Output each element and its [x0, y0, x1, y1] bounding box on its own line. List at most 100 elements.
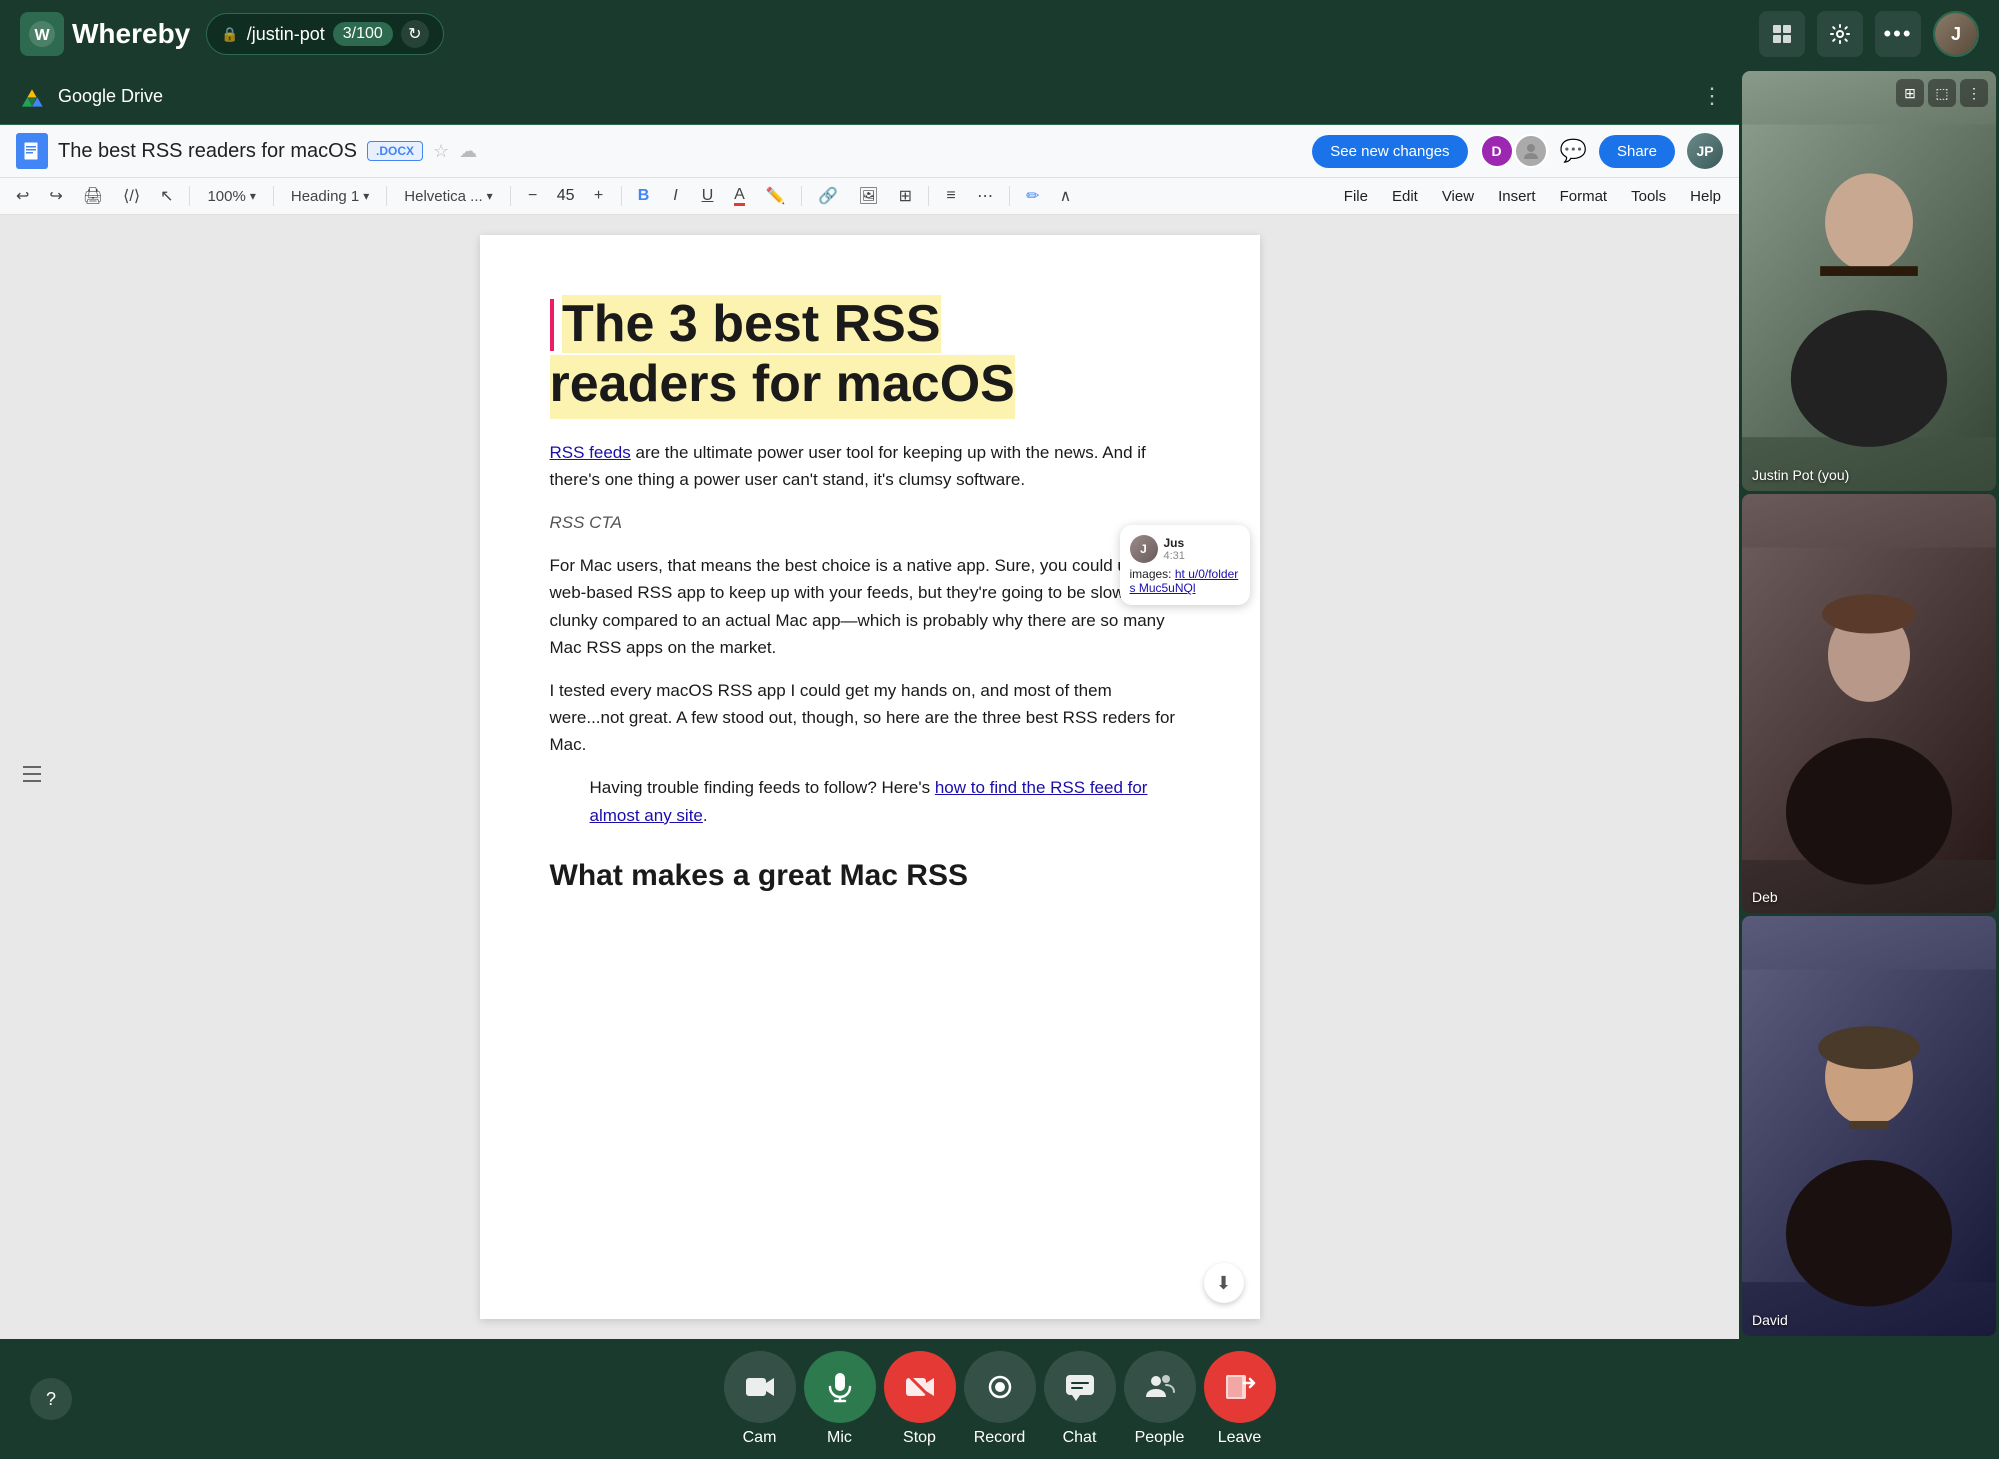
link-button[interactable]: 🔗 — [810, 182, 846, 210]
text-color-button[interactable]: A — [726, 183, 754, 210]
insert-table-button[interactable]: ⊞ — [891, 182, 920, 210]
menu-file[interactable]: File — [1334, 183, 1378, 210]
highlight-button[interactable]: ✏️ — [758, 182, 794, 210]
lock-icon: 🔒 — [221, 26, 238, 43]
collapse-toolbar-button[interactable]: ∧ — [1051, 182, 1079, 210]
paint-format-button[interactable]: ⟨/⟩ — [115, 182, 148, 210]
justin-video — [1742, 71, 1996, 491]
divider1 — [189, 186, 190, 206]
print-button[interactable]: 🖨 — [75, 182, 111, 210]
doc-area: The best RSS readers for macOS .DOCX ☆ ☁… — [0, 125, 1739, 1339]
star-button[interactable]: ☆ — [433, 141, 449, 162]
collab-avatars: D — [1480, 134, 1548, 168]
tile-david-label: David — [1752, 1312, 1788, 1328]
font-size-increase[interactable]: + — [585, 183, 613, 209]
doc-badge: .DOCX — [367, 141, 423, 161]
font-size-decrease[interactable]: − — [519, 183, 547, 209]
refresh-icon[interactable]: ↻ — [401, 20, 429, 48]
doc-blockquote: Having trouble finding feeds to follow? … — [590, 774, 1190, 828]
underline-button[interactable]: U — [694, 183, 722, 209]
pencil-button[interactable]: ✏ — [1018, 182, 1047, 210]
top-bar-right: ••• J — [1759, 11, 1979, 57]
tile-grid-button[interactable]: ⊞ — [1896, 79, 1924, 107]
menu-view[interactable]: View — [1432, 183, 1484, 210]
room-info[interactable]: 🔒 /justin-pot 3/100 ↻ — [206, 13, 444, 55]
david-video — [1742, 916, 1996, 1336]
menu-edit[interactable]: Edit — [1382, 183, 1428, 210]
people-icon — [1124, 1351, 1196, 1423]
menu-tools[interactable]: Tools — [1621, 183, 1676, 210]
deb-video — [1742, 494, 1996, 914]
stop-control[interactable]: Stop — [884, 1351, 956, 1447]
mic-label: Mic — [827, 1429, 852, 1447]
chat-bubble: J Jus 4:31 images: ht u/0/folders Muc5uN… — [1120, 525, 1250, 605]
menu-insert[interactable]: Insert — [1488, 183, 1546, 210]
doc-paragraph-3: I tested every macOS RSS app I could get… — [550, 677, 1190, 759]
font-size-value: 45 — [551, 183, 581, 209]
doc-body[interactable]: The 3 best RSS readers for macOS RSS fee… — [0, 215, 1739, 1339]
more-format-button[interactable]: ⋯ — [969, 182, 1001, 210]
format-cursor-button[interactable]: ↖ — [152, 182, 181, 210]
cloud-icon: ☁ — [459, 141, 477, 162]
divider5 — [621, 186, 622, 206]
gdrive-logo — [16, 80, 48, 112]
bold-button[interactable]: B — [630, 183, 658, 209]
user-avatar-doc: JP — [1687, 133, 1723, 169]
sidebar-toggle[interactable] — [20, 762, 44, 792]
italic-button[interactable]: I — [662, 183, 690, 209]
chat-control[interactable]: Chat — [1044, 1351, 1116, 1447]
heading-style-dropdown[interactable]: Heading 1 ▾ — [282, 183, 378, 210]
doc-top-bar: The best RSS readers for macOS .DOCX ☆ ☁… — [0, 125, 1739, 215]
see-new-changes-button[interactable]: See new changes — [1312, 135, 1467, 168]
chat-meta: Jus 4:31 — [1164, 536, 1185, 562]
menu-format[interactable]: Format — [1550, 183, 1618, 210]
gdrive-more-button[interactable]: ⋮ — [1701, 83, 1723, 109]
cam-label: Cam — [743, 1429, 777, 1447]
comment-button[interactable]: 💬 — [1560, 138, 1587, 164]
gdrive-title: Google Drive — [58, 86, 163, 107]
leave-control[interactable]: Leave — [1204, 1351, 1276, 1447]
more-options-button[interactable]: ••• — [1875, 11, 1921, 57]
doc-paragraph-1: RSS feeds are the ultimate power user to… — [550, 439, 1190, 493]
leave-label: Leave — [1218, 1429, 1262, 1447]
tile-screen-button[interactable]: ⬚ — [1928, 79, 1956, 107]
bottom-bar: ? Cam Mic — [0, 1339, 1999, 1459]
people-control[interactable]: People — [1124, 1351, 1196, 1447]
doc-paragraph-2: For Mac users, that means the best choic… — [550, 552, 1190, 661]
image-button[interactable]: 🖼 — [850, 182, 886, 210]
video-tile-justin: ⊞ ⬚ ⋮ Justin Pot (you) — [1742, 71, 1996, 491]
rss-feeds-link[interactable]: RSS feeds — [550, 443, 631, 462]
cam-icon — [724, 1351, 796, 1423]
mic-icon — [804, 1351, 876, 1423]
share-button[interactable]: Share — [1599, 135, 1675, 168]
redo-button[interactable]: ↪ — [41, 182, 70, 210]
record-control[interactable]: Record — [964, 1351, 1036, 1447]
grid-view-button[interactable] — [1759, 11, 1805, 57]
cam-control[interactable]: Cam — [724, 1351, 796, 1447]
menu-help[interactable]: Help — [1680, 183, 1731, 210]
align-button[interactable]: ≡ — [937, 183, 965, 209]
chat-bubble-header: J Jus 4:31 — [1130, 535, 1240, 563]
zoom-dropdown[interactable]: 100% ▾ — [198, 183, 264, 210]
undo-button[interactable]: ↩ — [8, 182, 37, 210]
mic-control[interactable]: Mic — [804, 1351, 876, 1447]
chat-name: Jus — [1164, 536, 1185, 550]
room-count: 3/100 — [333, 22, 393, 46]
chat-avatar: J — [1130, 535, 1158, 563]
settings-button[interactable] — [1817, 11, 1863, 57]
svg-text:W: W — [34, 27, 50, 44]
tile-more-button[interactable]: ⋮ — [1960, 79, 1988, 107]
collab-avatar-d: D — [1480, 134, 1514, 168]
doc-main-heading-line2: readers for macOS — [550, 355, 1015, 419]
download-button[interactable]: ⬇ — [1204, 1263, 1244, 1303]
doc-main-heading-line1: The 3 best RSS — [562, 295, 941, 353]
record-label: Record — [974, 1429, 1026, 1447]
logo-icon: W — [20, 12, 64, 56]
font-dropdown[interactable]: Helvetica ... ▾ — [395, 183, 501, 210]
video-panel: ⊞ ⬚ ⋮ Justin Pot (you) — [1739, 68, 1999, 1339]
help-button[interactable]: ? — [30, 1378, 72, 1420]
divider7 — [928, 186, 929, 206]
doc-page[interactable]: The 3 best RSS readers for macOS RSS fee… — [480, 235, 1260, 1319]
chat-message: images: ht u/0/folders Muc5uNQl — [1130, 567, 1240, 595]
doc-title-row: The best RSS readers for macOS .DOCX ☆ ☁… — [0, 125, 1739, 178]
